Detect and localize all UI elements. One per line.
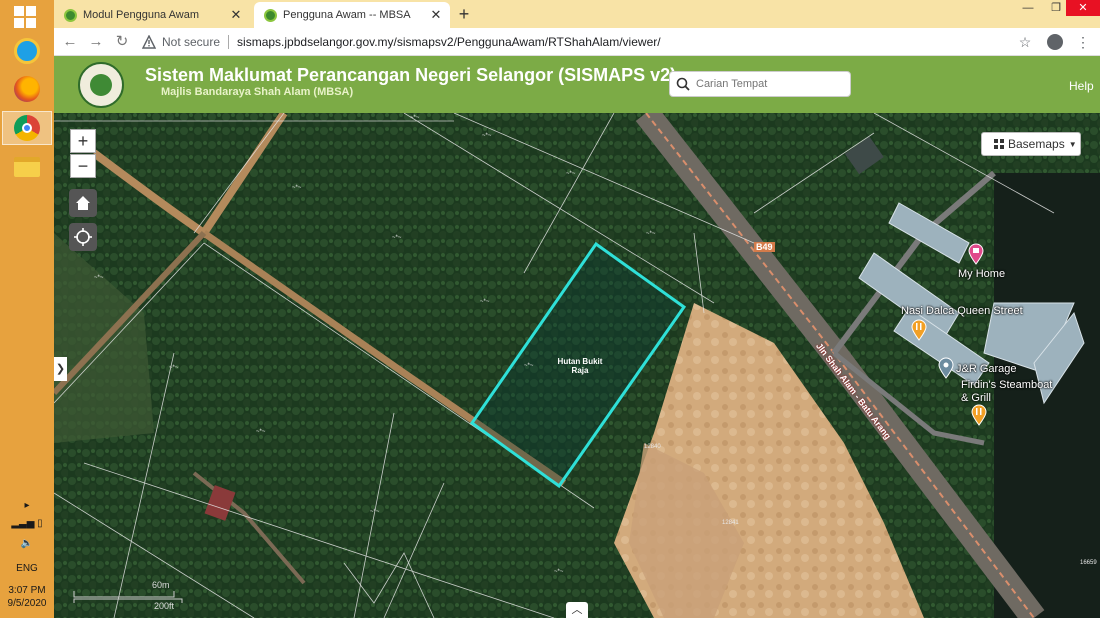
tab-favicon-icon <box>264 8 277 22</box>
lot-label: 16659 <box>1080 560 1097 566</box>
forward-icon[interactable]: → <box>86 32 106 52</box>
tray-network-icon[interactable]: ▂▃▅ ▯ <box>0 518 54 529</box>
app-header: Sistem Maklumat Perancangan Negeri Selan… <box>54 56 1100 113</box>
zone-label: Hutan Bukit Raja <box>557 357 603 375</box>
side-panel-toggle-icon[interactable]: ❯ <box>54 357 67 381</box>
taskbar-ie-icon[interactable] <box>2 34 52 68</box>
app-title: Sistem Maklumat Perancangan Negeri Selan… <box>145 65 677 85</box>
tab-title: Pengguna Awam -- MBSA <box>283 9 411 21</box>
help-link[interactable]: Help <box>1069 79 1094 93</box>
lot-label: ~*~ <box>94 275 104 281</box>
search-icon <box>676 77 690 91</box>
place-pin-icon[interactable] <box>938 357 954 379</box>
scale-imperial: 200ft <box>154 601 175 611</box>
app-subtitle: Majlis Bandaraya Shah Alam (MBSA) <box>161 86 354 98</box>
tray-chevron-icon[interactable]: ▸ <box>0 500 54 511</box>
poi-firdins[interactable]: Firdin's Steamboat & Grill <box>961 379 1061 405</box>
lot-label: ~*~ <box>524 363 534 369</box>
url-text: sismaps.jpbdselangor.gov.my/sismapsv2/Pe… <box>237 35 661 49</box>
browser-window: Modul Pengguna Awam ✕ Pengguna Awam -- M… <box>54 0 1100 618</box>
caret-down-icon: ▼ <box>1068 139 1077 149</box>
zoom-out-button[interactable]: − <box>70 154 96 178</box>
basemaps-button[interactable]: Basemaps ▼ <box>981 132 1081 156</box>
back-icon[interactable]: ← <box>60 32 80 52</box>
tray-time[interactable]: 3:07 PM <box>0 585 54 596</box>
poi-nasi-dalca[interactable]: Nasi Dalca Queen Street <box>901 305 1023 317</box>
place-search-box[interactable] <box>669 71 851 97</box>
reload-icon[interactable]: ↻ <box>112 32 132 52</box>
tray-volume-icon[interactable]: 🔈 <box>0 538 54 549</box>
grid-icon <box>994 139 1004 149</box>
home-pin-icon[interactable] <box>968 243 984 265</box>
tab-modul-pengguna[interactable]: Modul Pengguna Awam ✕ <box>54 2 250 28</box>
home-icon <box>76 196 90 210</box>
locate-icon <box>74 228 92 246</box>
zoom-in-button[interactable]: + <box>70 129 96 153</box>
lot-label: ~*~ <box>482 133 492 139</box>
lot-label: ~*~ <box>292 185 302 191</box>
windows-start-icon[interactable] <box>14 6 38 30</box>
menu-kebab-icon[interactable]: ⋮ <box>1074 33 1092 51</box>
not-secure-label: Not secure <box>162 35 221 49</box>
map-canvas[interactable]: ~*~ ~*~ ~*~ ~*~ ~*~ ~*~ ~*~ ~*~ ~*~ ~*~ … <box>54 113 1100 618</box>
tab-title: Modul Pengguna Awam <box>83 9 199 21</box>
poi-jr-garage[interactable]: J&R Garage <box>956 363 1017 375</box>
search-input[interactable] <box>696 78 836 90</box>
tab-strip: Modul Pengguna Awam ✕ Pengguna Awam -- M… <box>54 0 1100 28</box>
window-close-icon[interactable]: ✕ <box>1066 0 1100 16</box>
lot-label: ~*~ <box>646 231 656 237</box>
lot-label: 12841 <box>722 520 739 526</box>
warning-icon <box>142 35 156 49</box>
home-extent-button[interactable] <box>69 189 97 217</box>
restaurant-pin-icon[interactable] <box>911 319 927 341</box>
bookmark-star-icon[interactable]: ☆ <box>1016 33 1034 51</box>
lot-label: ~*~ <box>410 115 420 121</box>
address-bar[interactable]: Not secure sismaps.jpbdselangor.gov.my/s… <box>142 31 742 53</box>
bottom-panel-toggle-icon[interactable]: ︿ <box>566 602 588 618</box>
taskbar-explorer-icon[interactable] <box>2 150 52 184</box>
lot-label: ~*~ <box>256 429 266 435</box>
browser-toolbar: ← → ↻ Not secure sismaps.jpbdselangor.go… <box>54 28 1100 56</box>
restaurant-pin-icon[interactable] <box>971 404 987 426</box>
tray-date[interactable]: 9/5/2020 <box>0 598 54 609</box>
tab-close-icon[interactable]: ✕ <box>228 7 244 23</box>
tray-language[interactable]: ENG <box>0 563 54 574</box>
lot-label: ~*~ <box>480 299 490 305</box>
road-code-label: B49 <box>754 242 775 252</box>
lot-label: ~*~ <box>554 569 564 575</box>
tab-favicon-icon <box>64 8 77 22</box>
lot-label: 12840 <box>644 444 661 450</box>
lot-label: ~*~ <box>566 171 576 177</box>
address-separator <box>228 35 230 49</box>
taskbar-firefox-icon[interactable] <box>2 72 52 106</box>
scale-metric: 60m <box>152 580 170 590</box>
basemaps-label: Basemaps <box>1008 137 1065 151</box>
jpbd-logo <box>78 62 124 108</box>
windows-taskbar: ▸ ▂▃▅ ▯ 🔈 ENG 3:07 PM 9/5/2020 <box>0 0 54 618</box>
locate-button[interactable] <box>69 223 97 251</box>
profile-icon[interactable] <box>1046 33 1064 51</box>
lot-label: ~*~ <box>392 235 402 241</box>
minimize-icon[interactable]: — <box>1014 0 1042 16</box>
poi-my-home[interactable]: My Home <box>958 268 1005 280</box>
new-tab-button[interactable]: + <box>454 3 474 25</box>
tab-pengguna-awam[interactable]: Pengguna Awam -- MBSA ✕ <box>254 2 450 28</box>
lot-label: ~*~ <box>370 509 380 515</box>
lot-label: ~*~ <box>169 365 179 371</box>
tab-close-icon[interactable]: ✕ <box>428 7 444 23</box>
taskbar-chrome-icon[interactable] <box>2 111 52 145</box>
